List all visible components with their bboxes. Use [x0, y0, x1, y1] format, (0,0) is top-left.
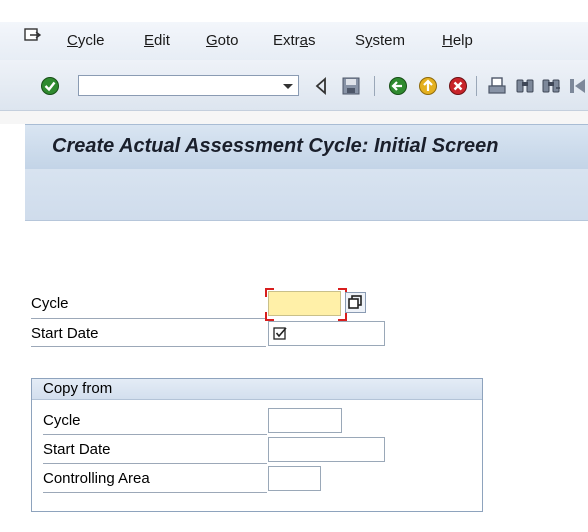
find-next-icon[interactable]	[541, 76, 561, 96]
menu-extras[interactable]: Extras	[273, 32, 316, 49]
focus-corner-top-left	[265, 288, 274, 297]
controlling-area-field[interactable]	[268, 466, 321, 491]
menu-edit[interactable]: Edit	[144, 32, 170, 49]
command-field[interactable]	[78, 75, 299, 96]
standard-toolbar	[0, 60, 588, 111]
menu-goto[interactable]: Goto	[206, 32, 239, 49]
back-triangle-icon[interactable]	[314, 77, 328, 95]
possible-entries-icon[interactable]	[345, 292, 366, 313]
copy-cycle-label: Cycle	[43, 412, 81, 429]
menu-help[interactable]: Help	[442, 32, 473, 49]
dropdown-arrow-icon[interactable]	[282, 80, 294, 92]
start-date-label: Start Date	[31, 325, 99, 342]
exit-icon[interactable]	[418, 76, 438, 96]
menu-cycle[interactable]: Cycle	[67, 32, 105, 49]
copy-from-header: Copy from	[32, 379, 482, 400]
toolbar-separator	[374, 76, 375, 96]
toolbar-separator	[476, 76, 477, 96]
start-date-row-underline	[31, 346, 266, 347]
focus-corner-bottom-right	[338, 312, 347, 321]
enter-icon[interactable]	[40, 76, 60, 96]
print-icon[interactable]	[487, 76, 507, 96]
controlling-area-row-underline	[43, 492, 267, 493]
screen-title-bar: Create Actual Assessment Cycle: Initial …	[25, 124, 588, 170]
page-title: Create Actual Assessment Cycle: Initial …	[52, 135, 499, 157]
toolbar-spacer	[0, 111, 588, 124]
cycle-input[interactable]	[269, 292, 340, 315]
application-toolbar	[25, 169, 588, 221]
menu-bar: Cycle Edit Goto Extras System Help	[0, 22, 588, 60]
find-icon[interactable]	[515, 76, 535, 96]
copy-cycle-row-underline	[43, 434, 267, 435]
copy-cycle-input[interactable]	[269, 409, 341, 432]
cancel-icon[interactable]	[448, 76, 468, 96]
focus-corner-bottom-left	[265, 312, 274, 321]
first-page-icon[interactable]	[568, 76, 588, 96]
save-icon[interactable]	[341, 76, 361, 96]
menu-system[interactable]: System	[355, 32, 405, 49]
cycle-field[interactable]	[268, 291, 341, 316]
back-icon[interactable]	[388, 76, 408, 96]
top-margin	[0, 0, 588, 22]
copy-start-date-field[interactable]	[268, 437, 385, 462]
system-menu-icon[interactable]	[24, 27, 42, 45]
copy-start-date-label: Start Date	[43, 441, 111, 458]
cycle-row-underline	[31, 318, 266, 319]
controlling-area-input[interactable]	[269, 467, 320, 490]
calendar-check-icon[interactable]	[273, 326, 288, 341]
copy-start-date-row-underline	[43, 463, 267, 464]
controlling-area-label: Controlling Area	[43, 470, 150, 487]
copy-start-date-input[interactable]	[269, 438, 384, 461]
command-input[interactable]	[83, 77, 277, 96]
copy-from-title: Copy from	[43, 380, 113, 397]
copy-cycle-field[interactable]	[268, 408, 342, 433]
cycle-label: Cycle	[31, 295, 69, 312]
